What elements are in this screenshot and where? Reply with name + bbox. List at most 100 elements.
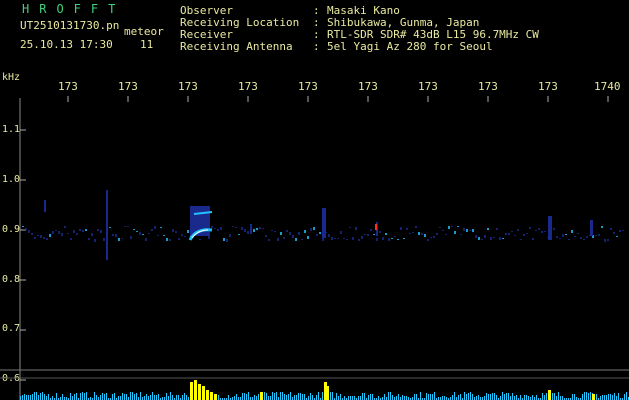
noise-dot xyxy=(97,229,99,231)
spectrum-bar xyxy=(264,392,265,400)
spectrum-bar xyxy=(370,394,371,400)
noise-dot xyxy=(274,231,276,232)
spectrum-bar xyxy=(156,395,157,400)
spectrum-bar xyxy=(390,392,391,400)
spectrum-bar xyxy=(290,392,291,400)
spectrum-bar xyxy=(486,393,487,400)
noise-dot xyxy=(370,229,372,231)
spectrum-bar xyxy=(526,395,527,400)
noise-dot xyxy=(307,236,309,239)
spectrum-bar xyxy=(176,395,177,400)
spectrum-bar xyxy=(298,393,299,400)
noise-dot xyxy=(427,239,429,241)
spectrum-spike xyxy=(202,386,205,400)
noise-dot xyxy=(316,234,318,236)
spectrum-bar xyxy=(96,395,97,400)
spectrum-bar xyxy=(360,396,361,400)
spectrum-bar xyxy=(470,392,471,400)
spectrum-bar xyxy=(406,396,407,400)
noise-dot xyxy=(40,235,42,238)
noise-dot xyxy=(259,227,261,229)
spectrum-bar xyxy=(304,394,305,400)
noise-dot xyxy=(484,235,486,238)
spectrum-bar xyxy=(168,396,169,400)
noise-dot xyxy=(178,238,180,240)
noise-dot xyxy=(82,230,84,232)
noise-dot xyxy=(583,239,585,240)
spectrum-spike xyxy=(592,394,595,400)
noise-dot xyxy=(142,234,144,235)
noise-dot xyxy=(64,226,66,228)
spectrum-bar xyxy=(120,396,121,400)
spectrum-bar xyxy=(444,396,445,400)
spectrum-bar xyxy=(514,396,515,400)
noise-dot xyxy=(337,238,339,239)
meteor-echo xyxy=(548,216,552,240)
noise-dot xyxy=(361,236,363,239)
noise-dot xyxy=(286,230,288,232)
spectrum-bar xyxy=(296,395,297,400)
noise-dot xyxy=(520,239,522,240)
noise-dot xyxy=(532,238,534,240)
spectrum-bar xyxy=(234,396,235,400)
spectrum-bar xyxy=(512,393,513,400)
noise-dot xyxy=(601,226,603,228)
spectrum-bar xyxy=(294,395,295,400)
spectrum-bar xyxy=(492,393,493,400)
noise-dot xyxy=(301,239,303,240)
noise-dot xyxy=(403,238,405,239)
noise-dot xyxy=(265,235,267,237)
spectrum-bar xyxy=(616,396,617,400)
noise-dot xyxy=(622,230,624,231)
spectrum-spike xyxy=(194,380,197,400)
spectrum-bar xyxy=(284,394,285,400)
spectrum-bar xyxy=(288,394,289,400)
noise-dot xyxy=(493,237,495,238)
spectrum-bar xyxy=(26,395,27,400)
meteor-echo xyxy=(590,220,593,236)
spectrum-bar xyxy=(428,394,429,400)
noise-dot xyxy=(310,228,312,231)
noise-dot xyxy=(100,230,102,233)
spectrum-bar xyxy=(624,394,625,400)
noise-dot xyxy=(319,232,321,234)
spectrum-bar xyxy=(488,394,489,400)
spectrum-bar xyxy=(38,395,39,400)
spectrum-bar xyxy=(352,396,353,400)
noise-dot xyxy=(394,236,396,237)
noise-dot xyxy=(355,227,357,230)
noise-dot xyxy=(415,226,417,228)
spectrum-bar xyxy=(358,396,359,400)
noise-dot xyxy=(163,235,165,236)
spectrum-bar xyxy=(318,392,319,400)
noise-dot xyxy=(208,236,210,239)
spectrum-bar xyxy=(532,395,533,400)
spectrum-bar xyxy=(152,392,153,400)
noise-dot xyxy=(358,239,360,241)
spectrum-bar xyxy=(574,394,575,400)
spectrum-bar xyxy=(70,393,71,400)
spectrum-bar xyxy=(22,395,23,400)
spectrum-bar xyxy=(362,393,363,400)
spectrum-bar xyxy=(218,395,219,400)
noise-dot xyxy=(454,231,456,234)
spectrum-spike xyxy=(210,392,213,400)
noise-dot xyxy=(424,234,426,237)
spectrum-bar xyxy=(590,392,591,400)
noise-dot xyxy=(460,234,462,235)
noise-dot xyxy=(613,232,615,234)
spectrum-bar xyxy=(94,392,95,400)
spectrum-bar xyxy=(312,395,313,400)
meteor-echo xyxy=(250,224,252,234)
noise-dot xyxy=(58,231,60,234)
spectrum-bar xyxy=(584,392,585,400)
spectrum-bar xyxy=(286,395,287,400)
noise-dot xyxy=(148,233,150,234)
spectrum-bar xyxy=(596,394,597,400)
spectrum-bar xyxy=(330,392,331,400)
noise-dot xyxy=(85,229,87,231)
spectrum-bar xyxy=(476,396,477,400)
spectrum-bar xyxy=(140,392,141,400)
spectrum-spike xyxy=(326,386,329,400)
spectrum-bar xyxy=(546,393,547,400)
